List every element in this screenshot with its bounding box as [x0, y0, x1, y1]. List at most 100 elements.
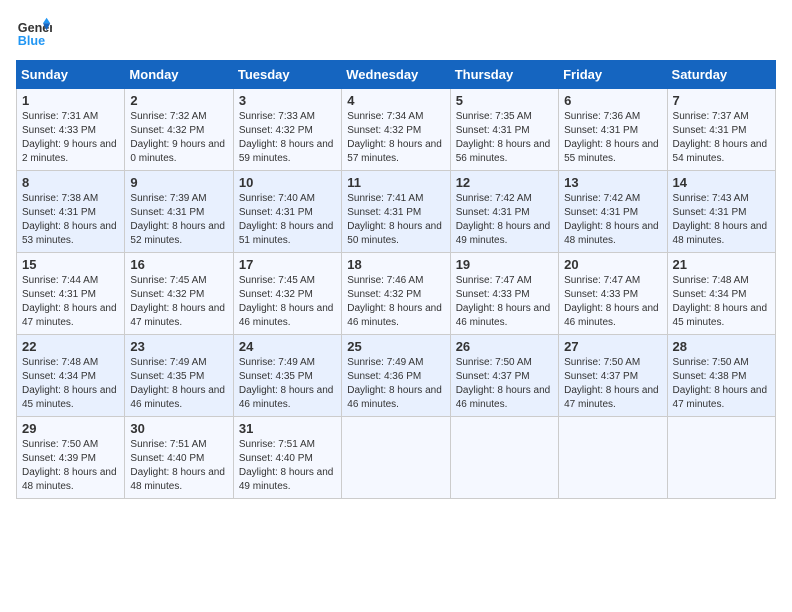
day-number: 30: [130, 421, 227, 436]
day-number: 2: [130, 93, 227, 108]
header-wednesday: Wednesday: [342, 61, 450, 89]
calendar-cell: 26 Sunrise: 7:50 AM Sunset: 4:37 PM Dayl…: [450, 335, 558, 417]
day-number: 22: [22, 339, 119, 354]
day-number: 7: [673, 93, 770, 108]
calendar-cell: 13 Sunrise: 7:42 AM Sunset: 4:31 PM Dayl…: [559, 171, 667, 253]
calendar-cell: 17 Sunrise: 7:45 AM Sunset: 4:32 PM Dayl…: [233, 253, 341, 335]
calendar-cell: 16 Sunrise: 7:45 AM Sunset: 4:32 PM Dayl…: [125, 253, 233, 335]
calendar-cell: 2 Sunrise: 7:32 AM Sunset: 4:32 PM Dayli…: [125, 89, 233, 171]
day-number: 1: [22, 93, 119, 108]
day-info: Sunrise: 7:46 AM Sunset: 4:32 PM Dayligh…: [347, 274, 444, 330]
day-info: Sunrise: 7:51 AM Sunset: 4:40 PM Dayligh…: [239, 438, 336, 494]
day-number: 16: [130, 257, 227, 272]
svg-text:Blue: Blue: [18, 34, 45, 48]
calendar-cell: 1 Sunrise: 7:31 AM Sunset: 4:33 PM Dayli…: [17, 89, 125, 171]
calendar-cell: 7 Sunrise: 7:37 AM Sunset: 4:31 PM Dayli…: [667, 89, 775, 171]
day-info: Sunrise: 7:50 AM Sunset: 4:37 PM Dayligh…: [564, 356, 661, 412]
header-thursday: Thursday: [450, 61, 558, 89]
calendar-cell: 31 Sunrise: 7:51 AM Sunset: 4:40 PM Dayl…: [233, 417, 341, 499]
calendar-cell: 8 Sunrise: 7:38 AM Sunset: 4:31 PM Dayli…: [17, 171, 125, 253]
calendar-cell: 9 Sunrise: 7:39 AM Sunset: 4:31 PM Dayli…: [125, 171, 233, 253]
day-number: 27: [564, 339, 661, 354]
day-number: 31: [239, 421, 336, 436]
day-number: 18: [347, 257, 444, 272]
day-number: 9: [130, 175, 227, 190]
calendar-cell: 15 Sunrise: 7:44 AM Sunset: 4:31 PM Dayl…: [17, 253, 125, 335]
day-number: 13: [564, 175, 661, 190]
week-row-4: 22 Sunrise: 7:48 AM Sunset: 4:34 PM Dayl…: [17, 335, 776, 417]
day-number: 4: [347, 93, 444, 108]
calendar-cell: 19 Sunrise: 7:47 AM Sunset: 4:33 PM Dayl…: [450, 253, 558, 335]
calendar-header-row: SundayMondayTuesdayWednesdayThursdayFrid…: [17, 61, 776, 89]
calendar-cell: 6 Sunrise: 7:36 AM Sunset: 4:31 PM Dayli…: [559, 89, 667, 171]
calendar-table: SundayMondayTuesdayWednesdayThursdayFrid…: [16, 60, 776, 499]
header-saturday: Saturday: [667, 61, 775, 89]
day-number: 3: [239, 93, 336, 108]
day-number: 25: [347, 339, 444, 354]
day-number: 6: [564, 93, 661, 108]
calendar-cell: 18 Sunrise: 7:46 AM Sunset: 4:32 PM Dayl…: [342, 253, 450, 335]
day-info: Sunrise: 7:36 AM Sunset: 4:31 PM Dayligh…: [564, 110, 661, 166]
calendar-cell: 14 Sunrise: 7:43 AM Sunset: 4:31 PM Dayl…: [667, 171, 775, 253]
calendar-cell: 30 Sunrise: 7:51 AM Sunset: 4:40 PM Dayl…: [125, 417, 233, 499]
calendar-cell: 25 Sunrise: 7:49 AM Sunset: 4:36 PM Dayl…: [342, 335, 450, 417]
calendar-cell: 10 Sunrise: 7:40 AM Sunset: 4:31 PM Dayl…: [233, 171, 341, 253]
day-info: Sunrise: 7:49 AM Sunset: 4:35 PM Dayligh…: [239, 356, 336, 412]
calendar-cell: 20 Sunrise: 7:47 AM Sunset: 4:33 PM Dayl…: [559, 253, 667, 335]
day-info: Sunrise: 7:49 AM Sunset: 4:36 PM Dayligh…: [347, 356, 444, 412]
day-number: 28: [673, 339, 770, 354]
day-info: Sunrise: 7:33 AM Sunset: 4:32 PM Dayligh…: [239, 110, 336, 166]
day-info: Sunrise: 7:39 AM Sunset: 4:31 PM Dayligh…: [130, 192, 227, 248]
header-monday: Monday: [125, 61, 233, 89]
day-info: Sunrise: 7:49 AM Sunset: 4:35 PM Dayligh…: [130, 356, 227, 412]
calendar-cell: 4 Sunrise: 7:34 AM Sunset: 4:32 PM Dayli…: [342, 89, 450, 171]
calendar-cell: 22 Sunrise: 7:48 AM Sunset: 4:34 PM Dayl…: [17, 335, 125, 417]
calendar-cell: 21 Sunrise: 7:48 AM Sunset: 4:34 PM Dayl…: [667, 253, 775, 335]
day-info: Sunrise: 7:42 AM Sunset: 4:31 PM Dayligh…: [564, 192, 661, 248]
day-number: 15: [22, 257, 119, 272]
header-sunday: Sunday: [17, 61, 125, 89]
page-header: General Blue: [16, 16, 776, 52]
day-info: Sunrise: 7:38 AM Sunset: 4:31 PM Dayligh…: [22, 192, 119, 248]
header-tuesday: Tuesday: [233, 61, 341, 89]
calendar-cell: [342, 417, 450, 499]
day-info: Sunrise: 7:37 AM Sunset: 4:31 PM Dayligh…: [673, 110, 770, 166]
day-number: 23: [130, 339, 227, 354]
header-friday: Friday: [559, 61, 667, 89]
day-info: Sunrise: 7:45 AM Sunset: 4:32 PM Dayligh…: [130, 274, 227, 330]
logo-icon: General Blue: [16, 16, 52, 52]
week-row-3: 15 Sunrise: 7:44 AM Sunset: 4:31 PM Dayl…: [17, 253, 776, 335]
logo: General Blue: [16, 16, 52, 52]
calendar-cell: 24 Sunrise: 7:49 AM Sunset: 4:35 PM Dayl…: [233, 335, 341, 417]
calendar-cell: 29 Sunrise: 7:50 AM Sunset: 4:39 PM Dayl…: [17, 417, 125, 499]
day-number: 21: [673, 257, 770, 272]
day-info: Sunrise: 7:47 AM Sunset: 4:33 PM Dayligh…: [564, 274, 661, 330]
day-info: Sunrise: 7:51 AM Sunset: 4:40 PM Dayligh…: [130, 438, 227, 494]
day-number: 10: [239, 175, 336, 190]
day-number: 19: [456, 257, 553, 272]
day-number: 12: [456, 175, 553, 190]
day-info: Sunrise: 7:50 AM Sunset: 4:38 PM Dayligh…: [673, 356, 770, 412]
day-number: 29: [22, 421, 119, 436]
day-info: Sunrise: 7:41 AM Sunset: 4:31 PM Dayligh…: [347, 192, 444, 248]
week-row-5: 29 Sunrise: 7:50 AM Sunset: 4:39 PM Dayl…: [17, 417, 776, 499]
day-info: Sunrise: 7:43 AM Sunset: 4:31 PM Dayligh…: [673, 192, 770, 248]
calendar-cell: [667, 417, 775, 499]
day-info: Sunrise: 7:42 AM Sunset: 4:31 PM Dayligh…: [456, 192, 553, 248]
day-number: 20: [564, 257, 661, 272]
calendar-cell: 3 Sunrise: 7:33 AM Sunset: 4:32 PM Dayli…: [233, 89, 341, 171]
day-number: 17: [239, 257, 336, 272]
day-number: 11: [347, 175, 444, 190]
week-row-2: 8 Sunrise: 7:38 AM Sunset: 4:31 PM Dayli…: [17, 171, 776, 253]
day-info: Sunrise: 7:34 AM Sunset: 4:32 PM Dayligh…: [347, 110, 444, 166]
week-row-1: 1 Sunrise: 7:31 AM Sunset: 4:33 PM Dayli…: [17, 89, 776, 171]
day-number: 24: [239, 339, 336, 354]
day-info: Sunrise: 7:31 AM Sunset: 4:33 PM Dayligh…: [22, 110, 119, 166]
day-info: Sunrise: 7:32 AM Sunset: 4:32 PM Dayligh…: [130, 110, 227, 166]
day-number: 26: [456, 339, 553, 354]
day-number: 14: [673, 175, 770, 190]
day-number: 8: [22, 175, 119, 190]
calendar-cell: 12 Sunrise: 7:42 AM Sunset: 4:31 PM Dayl…: [450, 171, 558, 253]
calendar-cell: [559, 417, 667, 499]
calendar-cell: 28 Sunrise: 7:50 AM Sunset: 4:38 PM Dayl…: [667, 335, 775, 417]
